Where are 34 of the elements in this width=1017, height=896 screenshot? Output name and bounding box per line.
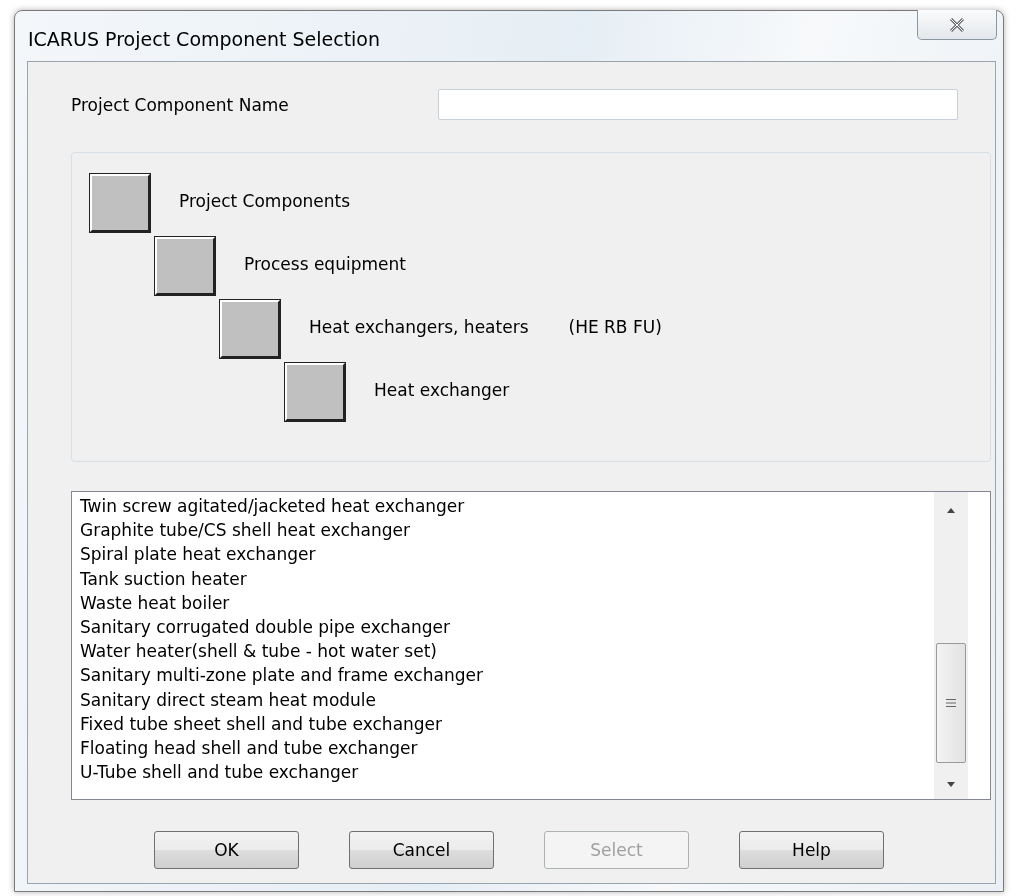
scrollbar[interactable] [934, 492, 968, 799]
node-button[interactable] [285, 362, 345, 421]
node-button[interactable] [90, 173, 150, 232]
list-item[interactable]: Spiral plate heat exchanger [80, 542, 934, 567]
list-item[interactable]: Waste heat boiler [80, 590, 934, 615]
window-title: ICARUS Project Component Selection [28, 28, 381, 50]
field-label: Project Component Name [71, 94, 290, 115]
dialog-button[interactable]: OK [154, 831, 299, 869]
list-item[interactable]: Sanitary corrugated double pipe exchanger [80, 615, 934, 640]
node-code: (HE RB FU) [568, 316, 662, 337]
node-label: Process equipment [244, 253, 406, 274]
node-button[interactable] [155, 236, 215, 295]
close-icon [949, 17, 965, 32]
list-item[interactable]: Sanitary multi-zone plate and frame exchanger [80, 663, 934, 688]
node-label: Heat exchangers, heaters [309, 316, 529, 337]
node-label: Project Components [179, 190, 351, 211]
grip-icon [945, 698, 957, 708]
list-item[interactable]: Graphite tube/CS shell heat exchanger [80, 518, 934, 543]
list-item[interactable]: Twin screw agitated/jacketed heat exchanger [80, 494, 934, 519]
scroll-thumb[interactable] [936, 643, 966, 763]
scroll-down-icon[interactable] [945, 781, 957, 789]
node-label: Heat exchanger [374, 379, 510, 400]
dialog-button[interactable]: Help [739, 831, 884, 869]
scroll-up-icon[interactable] [945, 506, 957, 514]
list-item[interactable]: Tank suction heater [80, 566, 934, 591]
list-item[interactable]: U-Tube shell and tube exchanger [80, 760, 934, 785]
list-item[interactable]: Water heater(shell & tube - hot water set) [80, 639, 934, 664]
list-item[interactable]: Floating head shell and tube exchanger [80, 736, 934, 761]
node-button[interactable] [220, 299, 280, 358]
list-item[interactable]: Sanitary direct steam heat module [80, 687, 934, 712]
list-item[interactable]: Fixed tube sheet shell and tube exchanger [80, 711, 934, 737]
dialog-button[interactable]: Cancel [349, 831, 494, 869]
close-button[interactable] [917, 10, 997, 40]
input-field[interactable] [438, 89, 958, 120]
